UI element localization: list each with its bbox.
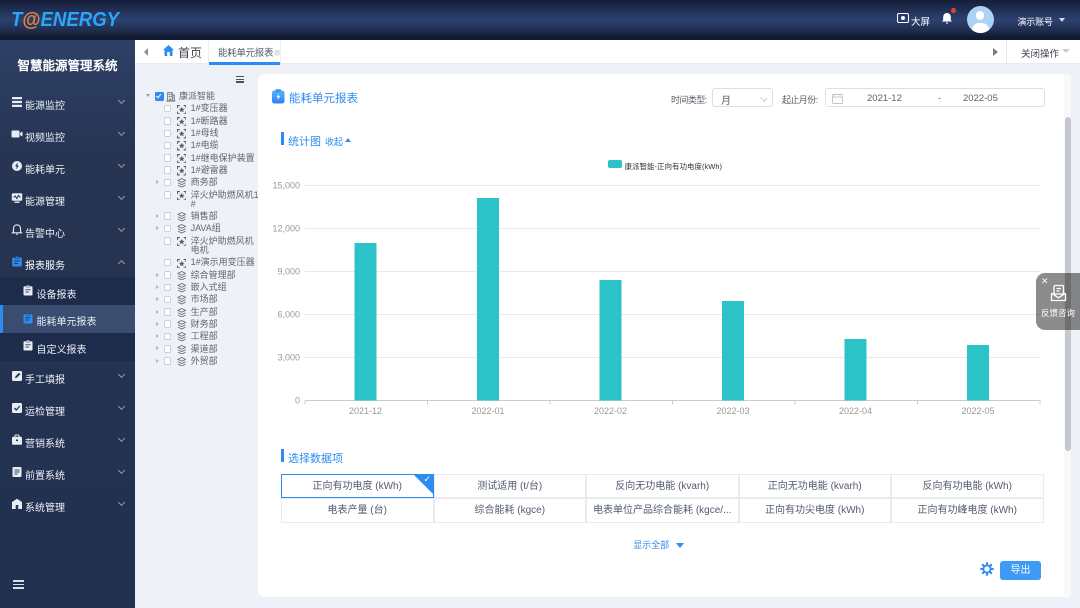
svg-text:6,000: 6,000 <box>277 310 300 320</box>
svg-text:15,000: 15,000 <box>272 181 300 191</box>
svg-text:3,000: 3,000 <box>277 353 300 363</box>
svg-text:0: 0 <box>295 396 300 406</box>
svg-text:2022-02: 2022-02 <box>594 406 627 416</box>
svg-text:12,000: 12,000 <box>272 224 300 234</box>
svg-text:2022-03: 2022-03 <box>716 406 749 416</box>
svg-text:2022-05: 2022-05 <box>961 406 994 416</box>
svg-text:2021-12: 2021-12 <box>349 406 382 416</box>
svg-text:2022-01: 2022-01 <box>471 406 504 416</box>
svg-text:9,000: 9,000 <box>277 267 300 277</box>
svg-text:2022-04: 2022-04 <box>839 406 872 416</box>
